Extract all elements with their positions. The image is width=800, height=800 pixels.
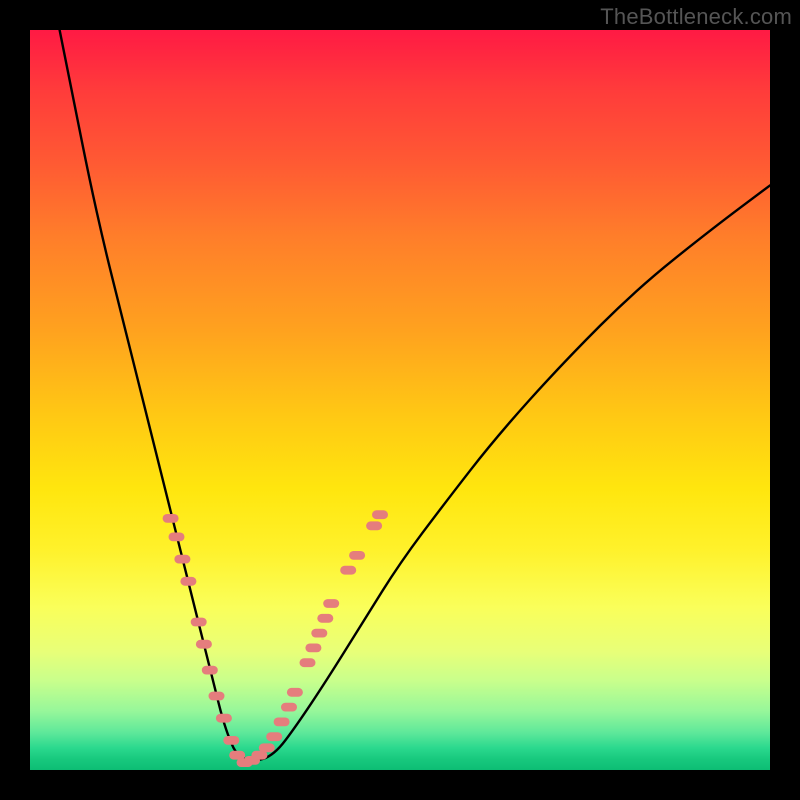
curve-marker <box>169 533 185 542</box>
curve-marker <box>300 658 316 667</box>
watermark-text: TheBottleneck.com <box>600 4 792 30</box>
curve-marker <box>259 743 275 752</box>
curve-marker <box>340 566 356 575</box>
curve-layer <box>30 30 770 770</box>
chart-frame: TheBottleneck.com <box>0 0 800 800</box>
curve-marker <box>305 644 321 653</box>
curve-marker <box>274 718 290 727</box>
curve-marker <box>266 732 282 741</box>
curve-marker <box>372 510 388 519</box>
curve-marker <box>209 692 225 701</box>
bottleneck-curve <box>60 30 770 761</box>
curve-marker <box>366 521 382 530</box>
curve-marker <box>202 666 218 675</box>
curve-marker <box>196 640 212 649</box>
curve-marker <box>163 514 179 523</box>
curve-marker <box>223 736 239 745</box>
curve-marker <box>180 577 196 586</box>
curve-marker <box>311 629 327 638</box>
curve-marker <box>287 688 303 697</box>
plot-area <box>30 30 770 770</box>
curve-marker <box>349 551 365 560</box>
curve-marker <box>216 714 232 723</box>
curve-marker <box>323 599 339 608</box>
curve-marker <box>191 618 207 627</box>
curve-markers <box>163 510 388 767</box>
curve-marker <box>174 555 190 564</box>
curve-marker <box>317 614 333 623</box>
curve-marker <box>281 703 297 712</box>
